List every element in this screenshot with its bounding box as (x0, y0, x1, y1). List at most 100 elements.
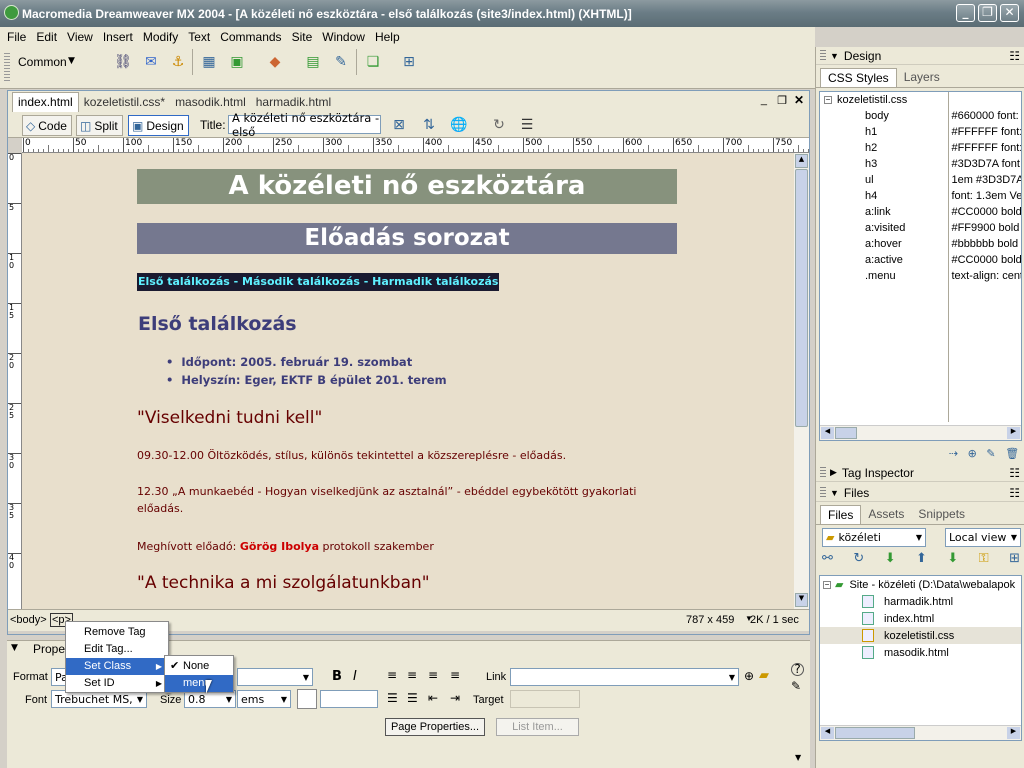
named-anchor-icon[interactable]: ⚓ (167, 51, 189, 73)
check-out-icon[interactable]: ⬇ (947, 551, 958, 571)
italic-button[interactable]: I (353, 669, 357, 684)
panel-options-icon[interactable]: ☷ (1009, 486, 1020, 500)
css-rule-row[interactable]: a:link #CC0000 bold n (820, 204, 1021, 220)
delete-css-rule-icon[interactable]: 🗑 (1005, 447, 1019, 461)
page-properties-button[interactable]: Page Properties... (385, 718, 485, 736)
insert-category-select[interactable]: Common (18, 55, 67, 69)
files-panel-header[interactable]: ▼ Files ☷ (816, 484, 1024, 502)
page-heading-3[interactable]: Első találkozás (138, 313, 297, 335)
tab-harmadik[interactable]: harmadik.html (251, 93, 336, 112)
scroll-right-arrow[interactable]: ▶ (1007, 427, 1020, 439)
design-panel-header[interactable]: ▼ Design ☷ (816, 47, 1024, 65)
tag-chooser-icon[interactable]: ⊞ (398, 51, 420, 73)
preview-browser-icon[interactable]: 🌐 (448, 114, 470, 136)
menu-help[interactable]: Help (370, 30, 405, 44)
menu-text[interactable]: Text (183, 30, 215, 44)
menu-file[interactable]: File (2, 30, 31, 44)
paragraph[interactable]: Meghívott előadó: Görög Ibolya protokoll… (137, 538, 434, 555)
unordered-list-icon[interactable]: ☰ (387, 691, 398, 705)
tab-snippets[interactable]: Snippets (911, 505, 972, 524)
hyperlink-icon[interactable]: ⛓ (112, 51, 134, 73)
menu-edit[interactable]: Edit (31, 30, 62, 44)
tab-masodik[interactable]: masodik.html (170, 93, 251, 112)
validate-icon[interactable]: ⊠ (388, 114, 410, 136)
table-icon[interactable]: ▦ (198, 51, 220, 73)
connect-icon[interactable]: ⚯ (822, 551, 833, 571)
window-size-select[interactable]: 787 x 459 (686, 614, 734, 626)
file-item[interactable]: harmadik.html (820, 593, 1021, 610)
menu-item-edit-tag[interactable]: Edit Tag... (66, 641, 168, 658)
email-link-icon[interactable]: ✉ (140, 51, 162, 73)
minimize-button[interactable]: _ (956, 4, 975, 22)
menu-insert[interactable]: Insert (98, 30, 138, 44)
templates-icon[interactable]: ❏ (362, 51, 384, 73)
view-options-icon[interactable]: ☰ (516, 114, 538, 136)
code-view-button[interactable]: ◇ Code (22, 115, 72, 136)
maximize-button[interactable]: ❐ (978, 4, 997, 22)
point-to-file-icon[interactable]: ⊕ (744, 669, 754, 683)
close-button[interactable]: ✕ (1000, 4, 1019, 22)
css-rule-row[interactable]: h2 #FFFFFF font: (820, 140, 1021, 156)
title-input[interactable]: A közéleti nő eszköztára - első (228, 111, 381, 139)
target-select[interactable] (510, 690, 580, 708)
tab-index[interactable]: index.html (12, 92, 79, 112)
tab-css-styles[interactable]: CSS Styles (820, 68, 897, 87)
units-select[interactable]: ems ▼ (237, 690, 291, 708)
menu-item-set-class[interactable]: Set Class ▶ (66, 658, 168, 675)
date-icon[interactable]: ▤ (302, 51, 324, 73)
file-item[interactable]: kozeletistil.css (820, 627, 1021, 644)
collapse-box-icon[interactable]: − (824, 96, 832, 104)
css-rule-row[interactable]: a:visited #FF9900 bold n (820, 220, 1021, 236)
menu-commands[interactable]: Commands (215, 30, 286, 44)
ordered-list-icon[interactable]: ☰ (407, 691, 418, 705)
tab-kozeletistil[interactable]: kozeletistil.css* (79, 93, 170, 112)
submenu-item-menu[interactable]: menu (165, 675, 233, 692)
css-rule-row[interactable]: ul 1em #3D3D7A (820, 172, 1021, 188)
color-input[interactable] (320, 690, 378, 708)
doc-close-icon[interactable]: ✕ (794, 93, 804, 107)
quick-tag-editor-icon[interactable]: ✎ (791, 679, 801, 693)
bold-button[interactable]: B (332, 669, 342, 684)
file-transfer-icon[interactable]: ⇅ (418, 114, 440, 136)
page-heading-2[interactable]: Előadás sorozat (137, 223, 677, 254)
list-item[interactable]: • Helyszín: Eger, EKTF B épület 201. ter… (166, 373, 447, 387)
css-rule-row[interactable]: body #660000 font: (820, 108, 1021, 124)
comment-icon[interactable]: ✎ (330, 51, 352, 73)
paragraph[interactable]: 12.30 „A munkaebéd - Hogyan viselkedjünk… (137, 483, 636, 500)
scroll-thumb[interactable] (795, 169, 808, 427)
tab-files[interactable]: Files (820, 505, 862, 524)
panel-options-icon[interactable]: ☷ (1009, 49, 1020, 63)
scroll-left-arrow[interactable]: ◀ (821, 727, 834, 739)
menu-view[interactable]: View (62, 30, 98, 44)
attach-stylesheet-icon[interactable]: ⇢ (949, 447, 958, 461)
tag-selector-body[interactable]: <body> (10, 614, 47, 626)
design-canvas[interactable]: A közéleti nő eszköztára Előadás sorozat… (22, 153, 794, 609)
css-rule-row[interactable]: h4 font: 1.3em Ver (820, 188, 1021, 204)
paragraph[interactable]: előadás. (137, 500, 183, 517)
tag-inspector-header[interactable]: ▶ Tag Inspector ☷ (816, 464, 1024, 482)
menu-item-set-id[interactable]: Set ID ▶ (66, 675, 168, 692)
align-justify-icon[interactable]: ≡ (450, 668, 460, 682)
list-item[interactable]: • Időpont: 2005. február 19. szombat (166, 355, 412, 369)
scroll-left-arrow[interactable]: ◀ (821, 427, 834, 439)
collapse-triangle-icon[interactable]: ▼ (11, 643, 18, 653)
view-select[interactable]: Local view ▼ (945, 528, 1021, 547)
grip-handle[interactable] (4, 53, 10, 83)
collapse-box-icon[interactable]: − (823, 580, 831, 589)
vertical-scrollbar[interactable]: ▲ ▼ (794, 153, 809, 609)
scroll-thumb[interactable] (835, 727, 915, 739)
align-right-icon[interactable]: ≡ (428, 668, 438, 682)
style-select[interactable]: ▼ (237, 668, 313, 686)
color-picker-button[interactable] (297, 689, 317, 709)
site-select[interactable]: ▰ közéleti ▼ (822, 528, 926, 547)
expand-site-icon[interactable]: ⊞ (1009, 551, 1020, 571)
align-left-icon[interactable]: ≡ (387, 668, 397, 682)
put-files-icon[interactable]: ⬆ (916, 551, 927, 571)
edit-stylesheet-icon[interactable]: ✎ (986, 447, 995, 461)
page-heading-1[interactable]: A közéleti nő eszköztára (137, 169, 677, 204)
menu-site[interactable]: Site (287, 30, 318, 44)
help-icon[interactable]: ? (791, 663, 804, 676)
site-root-node[interactable]: − ▰ Site - közéleti (D:\Data\webalapok (820, 576, 1021, 593)
css-hscrollbar[interactable]: ◀ ▶ (820, 425, 1021, 440)
refresh-icon[interactable]: ↻ (488, 114, 510, 136)
